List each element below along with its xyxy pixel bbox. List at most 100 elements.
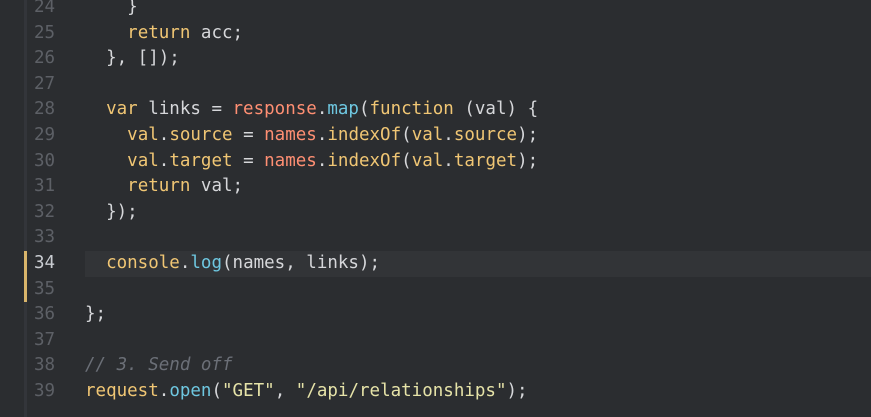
line-code[interactable]: var links = response.map(function (val) …	[85, 97, 538, 123]
code-token: names	[264, 150, 317, 171]
code-token: }, []);	[106, 48, 180, 69]
code-line[interactable]: 27	[0, 72, 871, 98]
code-token: console	[106, 253, 180, 273]
line-number: 37	[34, 329, 56, 350]
code-line[interactable]: 33	[0, 225, 871, 251]
line-code[interactable]: return val;	[85, 174, 243, 200]
line-code[interactable]: // 3. Send off	[85, 353, 233, 379]
line-number: 28	[34, 99, 56, 120]
line-code[interactable]: console.log(names, links);	[85, 251, 380, 277]
line-code[interactable]: request.open("GET", "/api/relationships"…	[85, 379, 528, 405]
line-number: 26	[34, 48, 56, 69]
line-number: 31	[34, 176, 56, 197]
code-token: val	[411, 125, 444, 145]
code-token: request	[85, 381, 159, 401]
code-token: );	[506, 381, 528, 401]
code-token: links =	[137, 99, 233, 120]
code-token: val	[411, 150, 444, 171]
code-token: indexOf	[327, 150, 402, 171]
code-token: .	[316, 125, 328, 145]
code-token: );	[517, 125, 539, 145]
code-token: var	[106, 99, 138, 120]
code-token: (names, links);	[222, 253, 381, 273]
code-token: (val) {	[453, 99, 539, 120]
code-token: ,	[274, 381, 296, 401]
code-token: val	[127, 150, 159, 171]
code-token: open	[169, 381, 212, 401]
code-token: return	[127, 176, 191, 197]
code-line[interactable]: 30 val.target = names.indexOf(val.target…	[0, 149, 871, 175]
line-code[interactable]: });	[85, 200, 138, 226]
line-number: 36	[34, 304, 56, 325]
code-token: target	[169, 150, 233, 171]
code-line[interactable]: 39 request.open("GET", "/api/relationship…	[0, 379, 871, 405]
line-code[interactable]: }	[85, 0, 138, 21]
line-number: 32	[34, 201, 56, 222]
code-token: .	[158, 381, 170, 401]
code-token: }	[127, 0, 138, 17]
code-line[interactable]: 38 // 3. Send off	[0, 353, 871, 379]
code-line[interactable]: 31 return val;	[0, 174, 871, 200]
line-number: 33	[34, 227, 56, 248]
code-line[interactable]: 36};	[0, 302, 871, 328]
code-token: val;	[190, 176, 244, 197]
code-token: .	[158, 150, 170, 171]
code-token: .	[443, 125, 454, 145]
code-token: .	[158, 125, 170, 145]
code-token: source	[169, 125, 233, 145]
code-line[interactable]: 32 });	[0, 200, 871, 226]
code-token: .	[316, 99, 328, 120]
line-code[interactable]: val.target = names.indexOf(val.target);	[85, 149, 538, 175]
code-token: (	[211, 381, 223, 401]
line-number: 24	[34, 0, 56, 17]
line-code[interactable]: val.source = names.indexOf(val.source);	[85, 123, 538, 149]
code-token: .	[443, 150, 454, 171]
code-editor[interactable]: 24 } 25 return acc; 26 }, []); 27 28 var lin…	[0, 0, 871, 417]
code-token: });	[106, 201, 138, 222]
code-line[interactable]: 28 var links = response.map(function (va…	[0, 97, 871, 123]
code-token: response	[232, 99, 317, 120]
code-line[interactable]: 25 return acc;	[0, 21, 871, 47]
code-token: .	[179, 253, 191, 273]
line-number: 27	[34, 73, 56, 94]
code-token: (	[358, 99, 370, 120]
code-line[interactable]: 29 val.source = names.indexOf(val.source…	[0, 123, 871, 149]
line-number: 35	[34, 278, 56, 299]
code-token: (	[401, 125, 412, 145]
code-token: indexOf	[327, 125, 402, 145]
line-code[interactable]: }, []);	[85, 46, 180, 72]
line-code[interactable]: };	[85, 302, 106, 328]
code-line[interactable]: 24 }	[0, 0, 871, 21]
code-token: target	[453, 150, 518, 171]
code-token: "/api/relationships"	[295, 381, 507, 401]
line-number: 39	[34, 381, 56, 401]
line-number: 34	[34, 253, 56, 273]
code-line[interactable]: 35	[0, 277, 871, 303]
line-number: 30	[34, 150, 56, 171]
code-token: (	[401, 150, 412, 171]
code-token: // 3. Send off	[85, 355, 233, 376]
line-code[interactable]: return acc;	[85, 21, 243, 47]
code-token: =	[232, 125, 265, 145]
code-token: map	[327, 99, 359, 120]
code-token: =	[232, 150, 265, 171]
code-token: acc;	[190, 22, 244, 43]
code-line[interactable]: 26 }, []);	[0, 46, 871, 72]
code-token: return	[127, 22, 191, 43]
code-token: "GET"	[222, 381, 275, 401]
code-line[interactable]: 37	[0, 328, 871, 354]
code-token: names	[264, 125, 317, 145]
code-token: log	[190, 253, 222, 273]
code-token: );	[517, 150, 539, 171]
code-token: source	[453, 125, 518, 145]
current-line[interactable]: 34 console.log(names, links);	[0, 251, 871, 277]
code-token: .	[316, 150, 328, 171]
